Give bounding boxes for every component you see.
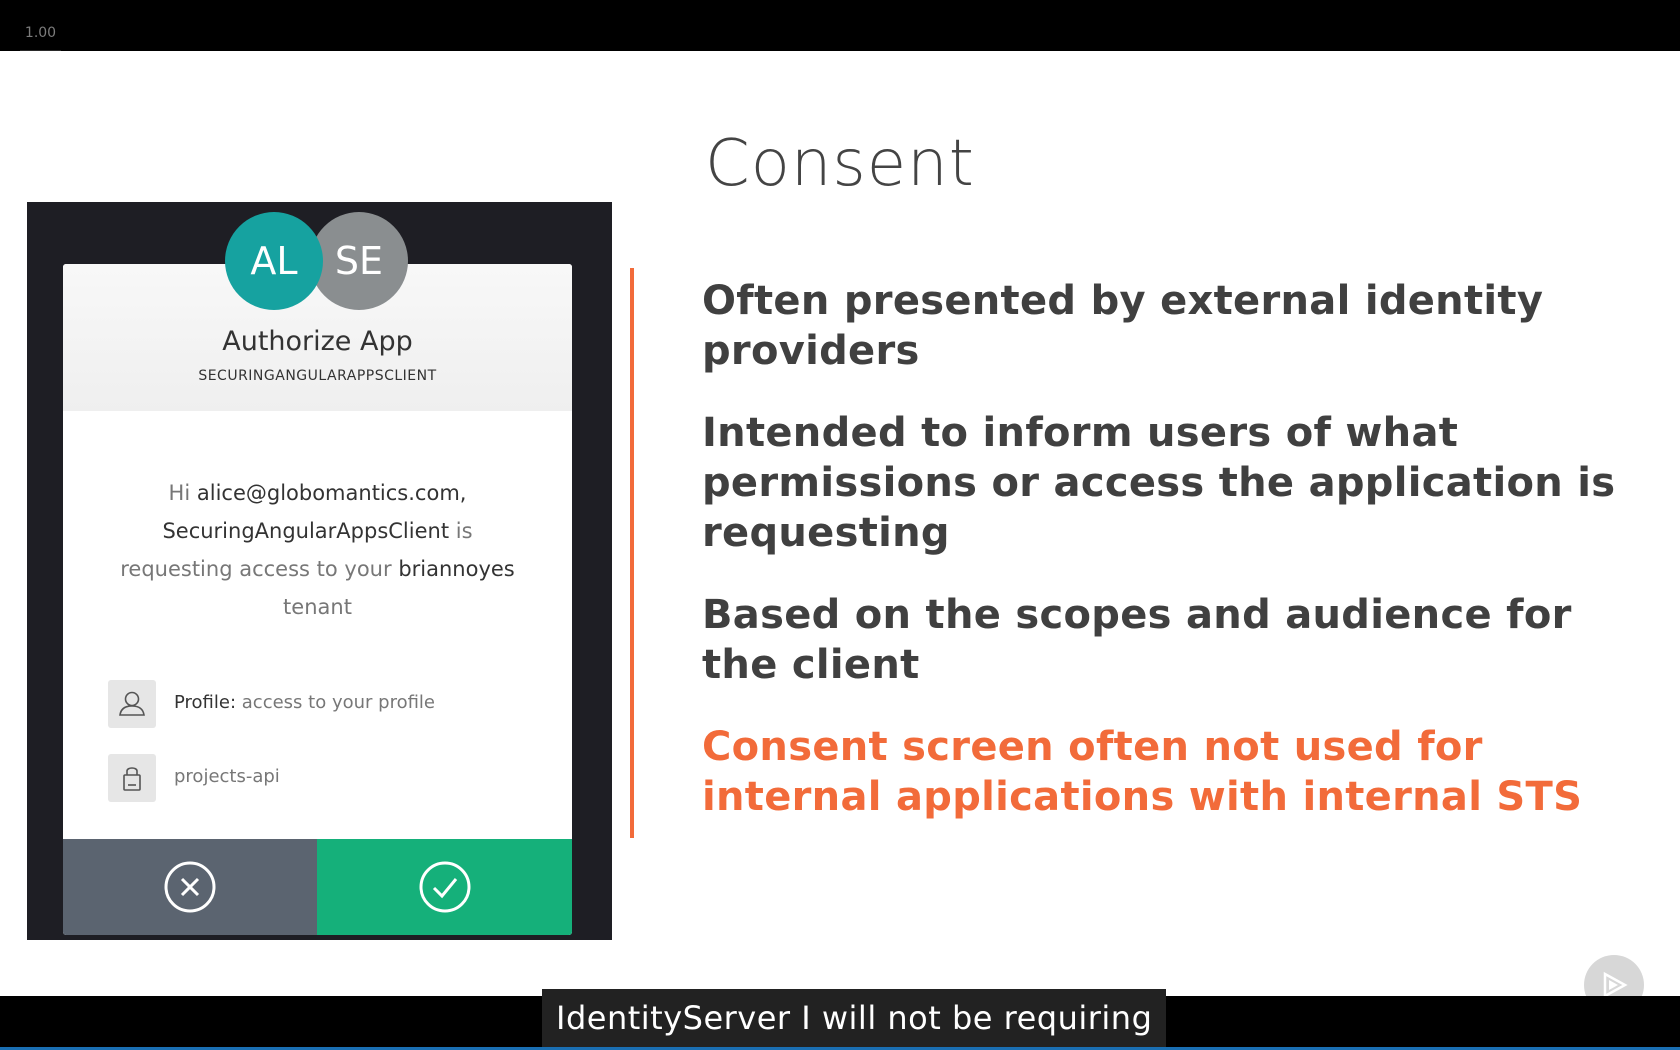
tenant-name: briannoyes <box>398 557 515 581</box>
user-icon <box>108 680 156 728</box>
client-id: SECURINGANGULARAPPSCLIENT <box>198 368 437 384</box>
greeting: Hi <box>168 481 191 505</box>
permission-text: projects-api <box>174 766 280 787</box>
allow-button[interactable] <box>317 839 572 935</box>
client-name: SecuringAngularAppsClient <box>162 519 450 543</box>
play-icon <box>1603 971 1628 999</box>
tenant-word: tenant <box>283 595 352 619</box>
permission-profile: Profile: access to your profile <box>108 680 528 730</box>
permission-text: access to your profile <box>241 692 435 713</box>
avatar-se: SE <box>310 212 408 310</box>
permission-label: Profile: <box>174 692 237 713</box>
close-circle-icon <box>164 861 216 913</box>
consent-screenshot: Authorize App SECURINGANGULARAPPSCLIENT … <box>27 202 612 940</box>
playback-speed-button[interactable]: 1.00 <box>20 20 61 52</box>
check-circle-icon <box>419 861 470 913</box>
bullet-list: Often presented by external identity pro… <box>702 276 1622 854</box>
permission-projects-api: projects-api <box>108 754 528 804</box>
bullet-item: Intended to inform users of what permiss… <box>702 410 1616 556</box>
lock-icon <box>108 754 156 802</box>
requesting-text: requesting access to your <box>120 557 392 581</box>
avatar-al: AL <box>225 212 323 310</box>
deny-button[interactable] <box>63 839 317 935</box>
bullet-item: Based on the scopes and audience for the… <box>702 592 1572 688</box>
consent-message: Hi alice@globomantics.com, SecuringAngul… <box>103 474 532 626</box>
slide-title: Consent <box>705 127 975 201</box>
is-word: is <box>455 519 473 543</box>
player-top-bar: 1.00 <box>0 0 1680 52</box>
consent-card: Authorize App SECURINGANGULARAPPSCLIENT … <box>63 264 572 935</box>
vertical-divider <box>630 268 634 838</box>
authorize-title: Authorize App <box>222 326 413 357</box>
bullet-item-highlight: Consent screen often not used for intern… <box>702 724 1583 820</box>
slide: Consent Authorize App SECURINGANGULARAPP… <box>0 51 1680 1015</box>
user-email: alice@globomantics.com, <box>196 481 467 505</box>
subtitle-caption: IdentityServer I will not be requiring <box>542 989 1167 1047</box>
bullet-item: Often presented by external identity pro… <box>702 278 1544 374</box>
